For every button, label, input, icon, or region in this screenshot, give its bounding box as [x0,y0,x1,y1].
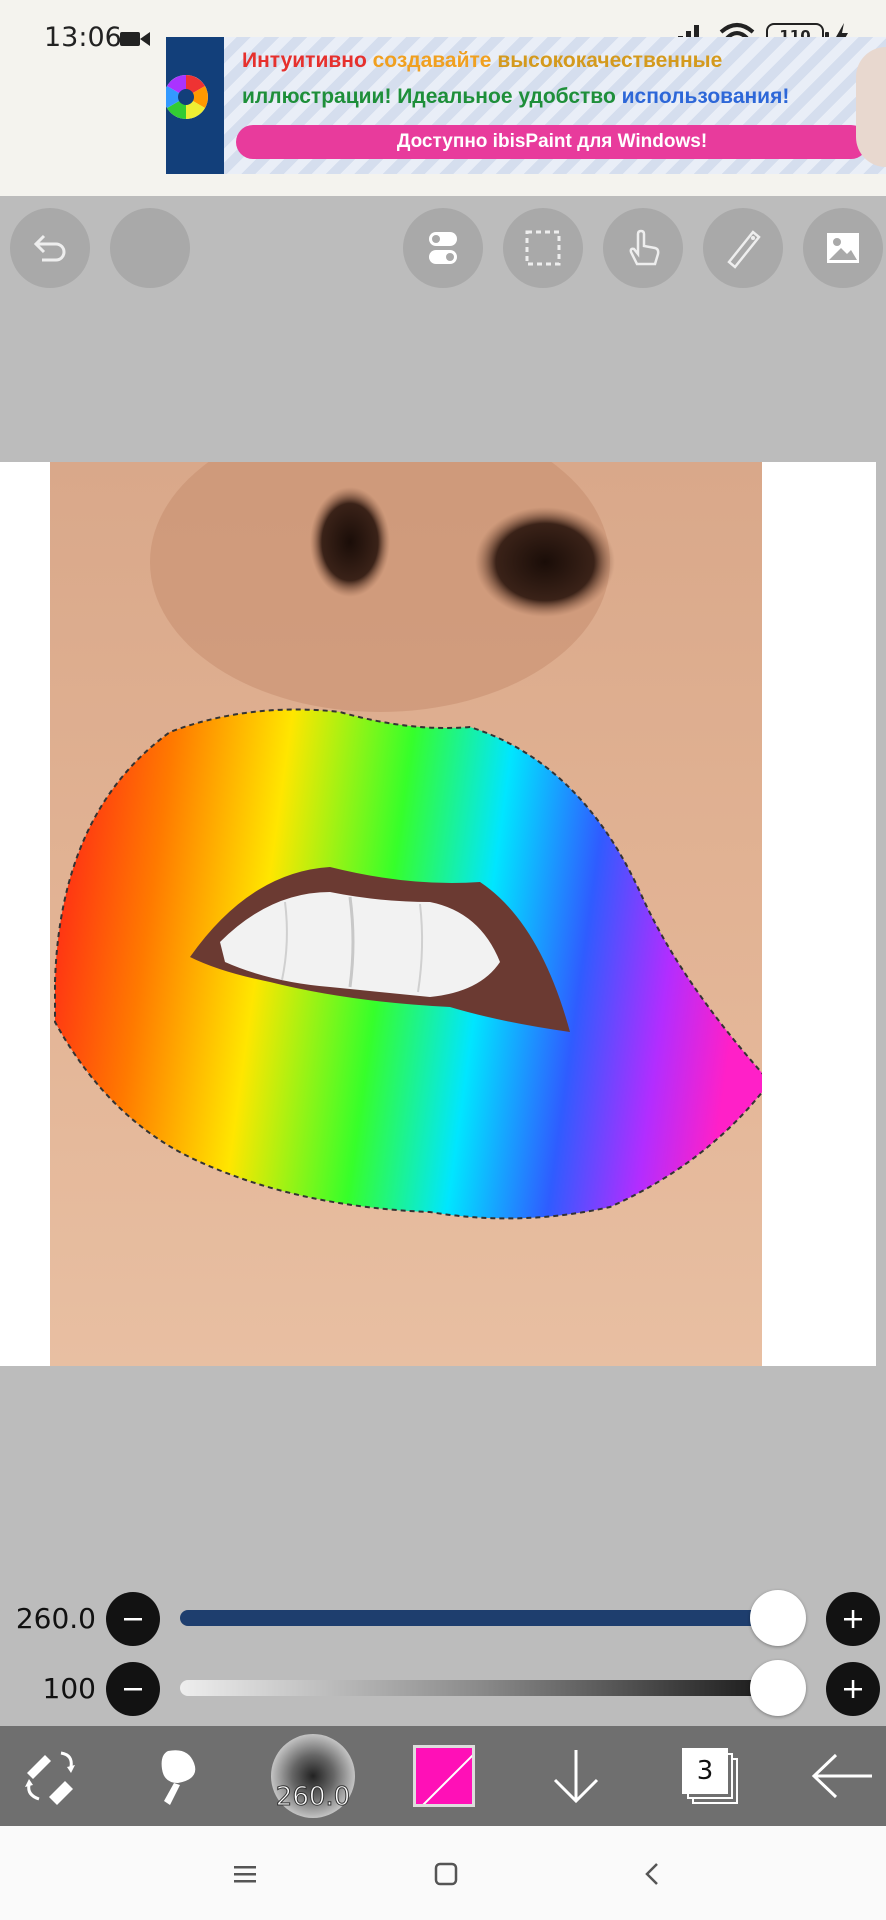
brush-preview: 260.0 [271,1734,355,1818]
brush-size-button[interactable]: 260.0 [268,1726,358,1826]
selection-button[interactable] [503,208,583,288]
opacity-increase-button[interactable] [826,1662,880,1716]
ad-headline-line1: Интуитивно создавайте высококачественные [242,49,723,72]
opacity-slider-row: 100 [0,1660,886,1716]
ruler-icon [727,230,761,269]
ad-character-image [856,47,886,167]
artwork-image [50,462,762,1366]
color-button[interactable] [404,1726,484,1826]
ad-cta-button[interactable]: Доступно ibisPaint для Windows! [236,125,868,159]
ad-headline-line2: иллюстрации! Идеальное удобство использо… [242,85,790,108]
tool-switch-button[interactable] [10,1726,90,1826]
arrow-left-icon [811,1753,872,1799]
plus-icon [844,1680,862,1698]
clock: 13:06 [44,22,122,53]
system-navigation-bar [0,1826,886,1920]
size-decrease-button[interactable] [106,1592,160,1646]
system-back-button[interactable] [632,1854,672,1894]
undo-icon [33,234,66,262]
chevron-left-icon [645,1863,658,1885]
undo-button[interactable] [10,208,90,288]
brush-size-value: 260.0 [15,1602,96,1635]
layer-count: 3 [682,1748,728,1794]
brush-size-label: 260.0 [275,1782,351,1813]
selection-icon [525,230,561,266]
touch-button[interactable] [603,208,683,288]
current-color-swatch [413,1745,475,1807]
brush-size-slider[interactable] [180,1590,806,1646]
layers-button[interactable]: 3 [670,1726,750,1826]
toggle-button[interactable] [403,208,483,288]
home-square-icon [434,1862,458,1886]
ibispaint-logo [166,37,224,174]
back-button[interactable] [800,1726,886,1826]
home-button[interactable] [426,1854,466,1894]
opacity-decrease-button[interactable] [106,1662,160,1716]
drawing-canvas[interactable] [0,462,876,1366]
menu-icon [234,1866,256,1883]
touch-icon [629,229,660,266]
video-camera-icon [120,32,150,46]
ruler-button[interactable] [703,208,783,288]
redo-button[interactable] [110,208,190,288]
opacity-value: 100 [42,1672,96,1705]
brush-icon [161,1750,196,1805]
menu-button[interactable] [225,1854,265,1894]
minus-icon [124,1618,142,1621]
opacity-slider-knob[interactable] [750,1660,806,1716]
merge-down-button[interactable] [536,1726,616,1826]
brush-tool-button[interactable] [140,1726,220,1826]
brush-eraser-swap-icon [25,1751,75,1805]
brush-size-slider-knob[interactable] [750,1590,806,1646]
status-bar: 13:06 110 Интуитивно создавайте высокока… [0,0,886,196]
brush-size-slider-row: 260.0 [0,1590,886,1646]
layers-icon: 3 [682,1748,738,1804]
reference-image-button[interactable] [803,208,883,288]
bottom-toolbar: 260.0 3 [0,1726,886,1826]
opacity-slider[interactable] [180,1660,806,1716]
size-increase-button[interactable] [826,1592,880,1646]
image-icon [827,233,859,263]
plus-icon [844,1610,862,1628]
ad-banner[interactable]: Интуитивно создавайте высококачественные… [166,37,886,174]
minus-icon [124,1688,142,1691]
arrow-down-icon [553,1750,599,1804]
toggle-icon [429,232,457,264]
top-toolbar [0,196,886,300]
